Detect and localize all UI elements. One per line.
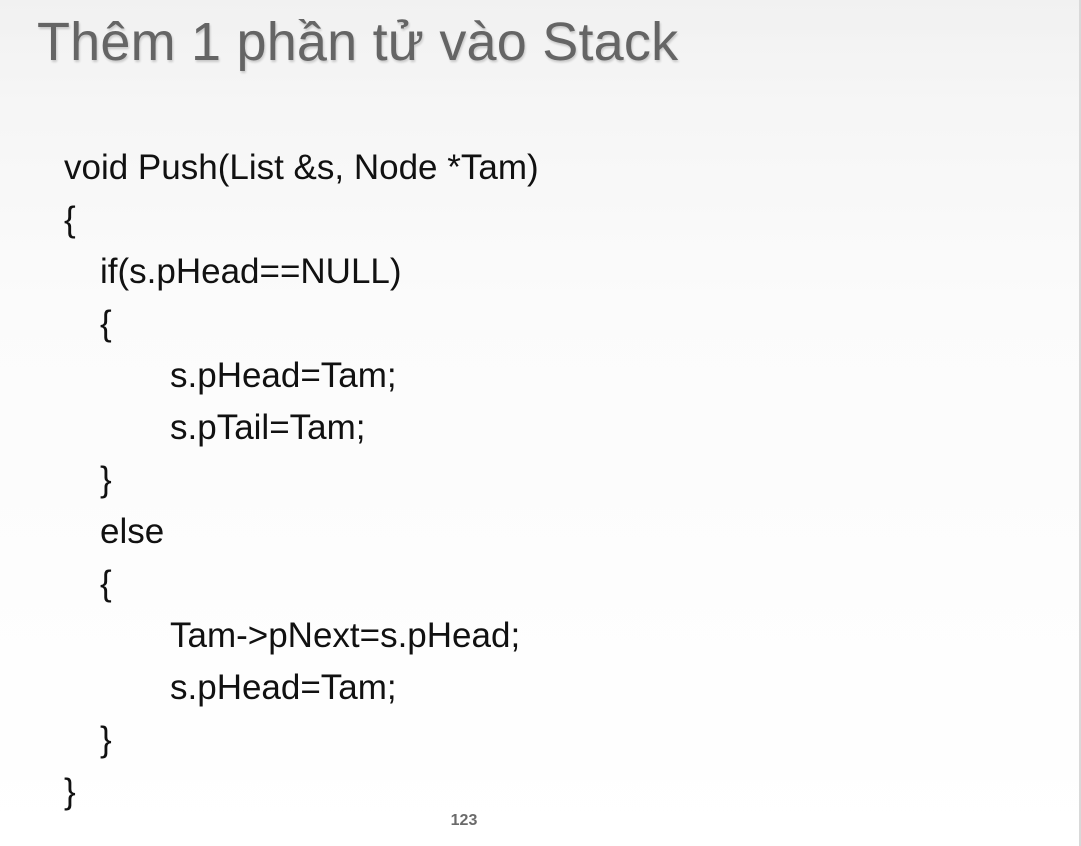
slide-number: 123 xyxy=(450,812,478,829)
slide-title: Thêm 1 phần tử vào Stack xyxy=(37,12,679,72)
code-line-function-close-brace: } xyxy=(64,772,76,811)
code-block: void Push(List &s, Node *Tam) { if(s.pHe… xyxy=(64,142,964,832)
code-line-function-open-brace: { xyxy=(64,200,76,239)
code-line-if-condition: if(s.pHead==NULL) xyxy=(100,252,402,291)
code-line-else: else xyxy=(100,512,165,551)
code-line-else-close-brace: } xyxy=(100,720,112,759)
code-line-else-open-brace: { xyxy=(100,564,112,603)
code-line-function-signature: void Push(List &s, Node *Tam) xyxy=(64,148,539,187)
code-line-assign-tail: s.pTail=Tam; xyxy=(170,408,366,447)
code-line-update-head: s.pHead=Tam; xyxy=(170,668,397,707)
code-line-assign-head: s.pHead=Tam; xyxy=(170,356,397,395)
slide: Thêm 1 phần tử vào Stack void Push(List … xyxy=(0,0,1081,846)
code-line-if-close-brace: } xyxy=(100,460,112,499)
code-line-if-open-brace: { xyxy=(100,304,112,343)
code-line-link-next: Tam->pNext=s.pHead; xyxy=(170,616,521,655)
